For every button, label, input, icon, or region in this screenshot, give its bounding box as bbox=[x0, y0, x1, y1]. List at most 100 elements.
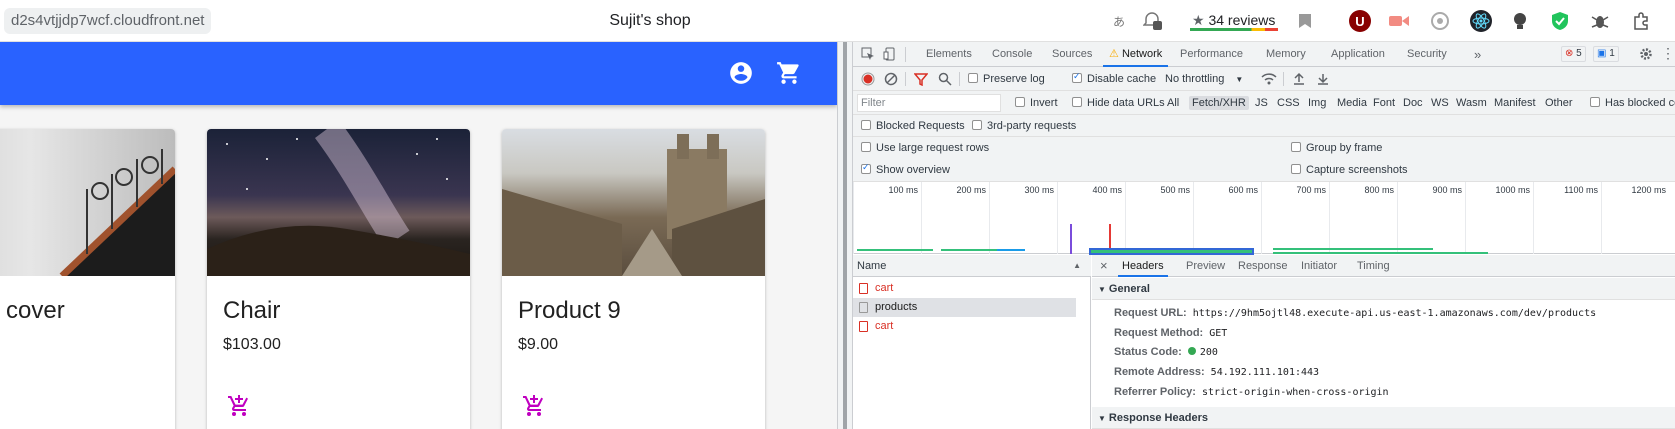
tick-label: 300 ms bbox=[1024, 185, 1054, 195]
filter-all[interactable]: All bbox=[1167, 97, 1179, 109]
record-extension-icon[interactable] bbox=[1388, 10, 1410, 32]
network-overview-timeline[interactable]: 100 ms 200 ms 300 ms 400 ms 500 ms 600 m… bbox=[853, 182, 1675, 255]
tab-network[interactable]: ⚠ Network bbox=[1103, 42, 1169, 67]
settings-gear-icon[interactable] bbox=[1639, 47, 1653, 61]
translate-icon[interactable]: あ bbox=[1108, 10, 1130, 32]
shield-icon[interactable] bbox=[1549, 10, 1571, 32]
close-icon[interactable]: × bbox=[1100, 255, 1108, 277]
timeline-tick: 100 ms bbox=[853, 182, 921, 254]
request-row[interactable]: products bbox=[853, 298, 1076, 317]
message-icon: ▣ bbox=[1597, 48, 1607, 59]
product-card[interactable]: Product 9 $9.00 bbox=[502, 129, 765, 429]
request-row[interactable]: cart bbox=[853, 317, 1076, 336]
inspect-element-icon[interactable] bbox=[861, 47, 875, 61]
filter-fetch-xhr[interactable]: Fetch/XHR bbox=[1189, 96, 1249, 110]
checkbox-box bbox=[968, 73, 978, 83]
timeline-tick: 1000 ms bbox=[1465, 182, 1533, 254]
bookmark-icon[interactable] bbox=[1294, 10, 1316, 32]
hide-data-urls-label: Hide data URLs bbox=[1087, 97, 1165, 109]
notification-icon[interactable] bbox=[1142, 10, 1164, 32]
status-dot-icon bbox=[1187, 347, 1196, 355]
tab-headers[interactable]: Headers bbox=[1118, 255, 1168, 277]
blocked-requests-label: Blocked Requests bbox=[876, 120, 965, 132]
tab-application[interactable]: Application bbox=[1331, 42, 1385, 67]
messages-badge[interactable]: ▣ 1 bbox=[1593, 46, 1619, 62]
checkbox-box bbox=[1590, 97, 1600, 107]
large-rows-checkbox[interactable]: Use large request rows bbox=[861, 142, 989, 154]
filter-other[interactable]: Other bbox=[1545, 97, 1573, 109]
third-party-checkbox[interactable]: 3rd-party requests bbox=[972, 120, 1076, 132]
camera-extension-icon[interactable] bbox=[1429, 10, 1451, 32]
filter-wasm[interactable]: Wasm bbox=[1456, 97, 1487, 109]
third-party-label: 3rd-party requests bbox=[987, 120, 1077, 132]
more-tabs-button[interactable]: » bbox=[1474, 42, 1481, 67]
device-toolbar-icon[interactable] bbox=[883, 47, 897, 61]
disable-cache-checkbox[interactable]: Disable cache bbox=[1072, 71, 1156, 85]
header-row: Remote Address: 54.192.111.101:443 bbox=[1114, 366, 1319, 378]
filter-icon[interactable] bbox=[913, 72, 929, 87]
filter-manifest[interactable]: Manifest bbox=[1494, 97, 1536, 109]
download-icon[interactable] bbox=[1316, 72, 1330, 86]
clear-icon[interactable] bbox=[884, 72, 898, 86]
tab-timing[interactable]: Timing bbox=[1357, 255, 1390, 277]
shop-page: cover Chair $103.00 Product 9 $9.00 bbox=[0, 42, 837, 429]
add-to-cart-icon[interactable] bbox=[227, 394, 251, 418]
upload-icon[interactable] bbox=[1292, 72, 1306, 86]
devtools-resize-handle[interactable] bbox=[837, 42, 853, 429]
show-overview-checkbox[interactable]: Show overview bbox=[861, 162, 950, 176]
request-name: cart bbox=[875, 282, 894, 294]
messages-count: 1 bbox=[1609, 48, 1615, 59]
record-icon[interactable] bbox=[861, 72, 875, 86]
lightbulb-icon[interactable] bbox=[1509, 10, 1531, 32]
response-headers-section-header[interactable]: ▼ Response Headers bbox=[1092, 407, 1675, 429]
throttling-select[interactable]: No throttling ▼ bbox=[1165, 73, 1243, 85]
header-row: Referrer Policy: strict-origin-when-cross… bbox=[1114, 386, 1389, 398]
bug-icon[interactable] bbox=[1589, 10, 1611, 32]
tab-security[interactable]: Security bbox=[1407, 42, 1447, 67]
has-blocked-cookies-checkbox[interactable]: Has blocked co bbox=[1590, 97, 1675, 109]
timeline-tick: 200 ms bbox=[921, 182, 989, 254]
filter-css[interactable]: CSS bbox=[1277, 97, 1300, 109]
tab-performance[interactable]: Performance bbox=[1180, 42, 1243, 67]
request-row[interactable]: cart bbox=[853, 279, 1076, 298]
invert-checkbox[interactable]: Invert bbox=[1015, 97, 1058, 109]
group-by-frame-checkbox[interactable]: Group by frame bbox=[1291, 142, 1382, 154]
tab-initiator[interactable]: Initiator bbox=[1301, 255, 1337, 277]
page-title: Sujit's shop bbox=[609, 12, 691, 29]
tab-elements[interactable]: Elements bbox=[926, 42, 972, 67]
filter-input[interactable]: Filter bbox=[857, 94, 1001, 112]
product-card[interactable]: cover bbox=[0, 129, 175, 429]
errors-badge[interactable]: ⊗ 5 bbox=[1561, 46, 1586, 62]
preserve-log-checkbox[interactable]: Preserve log bbox=[968, 73, 1045, 85]
ublock-icon[interactable]: U bbox=[1349, 10, 1371, 32]
tab-sources[interactable]: Sources bbox=[1052, 42, 1092, 67]
filter-img[interactable]: Img bbox=[1308, 97, 1326, 109]
kebab-menu-icon[interactable]: ⋮ bbox=[1661, 46, 1675, 61]
filter-ws[interactable]: WS bbox=[1431, 97, 1449, 109]
address-bar[interactable]: d2s4vtjjdp7wcf.cloudfront.net bbox=[4, 8, 212, 34]
filter-font[interactable]: Font bbox=[1373, 97, 1395, 109]
search-icon[interactable] bbox=[938, 72, 952, 86]
network-conditions-icon[interactable] bbox=[1261, 72, 1277, 86]
capture-screenshots-checkbox[interactable]: Capture screenshots bbox=[1291, 164, 1408, 176]
add-to-cart-icon[interactable] bbox=[522, 394, 546, 418]
filter-doc[interactable]: Doc bbox=[1403, 97, 1423, 109]
react-devtools-icon[interactable] bbox=[1470, 10, 1492, 32]
shopping-cart-icon[interactable] bbox=[776, 60, 802, 86]
account-circle-icon[interactable] bbox=[728, 60, 754, 86]
tab-response[interactable]: Response bbox=[1238, 255, 1288, 277]
extensions-puzzle-icon[interactable] bbox=[1630, 10, 1652, 32]
star-icon: ★ bbox=[1192, 12, 1205, 28]
filter-media[interactable]: Media bbox=[1337, 97, 1367, 109]
hide-data-urls-checkbox[interactable]: Hide data URLs bbox=[1072, 97, 1165, 109]
tab-console[interactable]: Console bbox=[992, 42, 1032, 67]
general-section-header[interactable]: ▼ General bbox=[1092, 278, 1675, 300]
timeline-tick: 800 ms bbox=[1329, 182, 1397, 254]
product-card[interactable]: Chair $103.00 bbox=[207, 129, 470, 429]
filter-js[interactable]: JS bbox=[1255, 97, 1268, 109]
tick-label: 1100 ms bbox=[1564, 185, 1598, 195]
tab-preview[interactable]: Preview bbox=[1186, 255, 1225, 277]
blocked-requests-checkbox[interactable]: Blocked Requests bbox=[861, 120, 965, 132]
tab-memory[interactable]: Memory bbox=[1266, 42, 1306, 67]
name-column-header[interactable]: Name ▲ bbox=[853, 255, 1091, 277]
